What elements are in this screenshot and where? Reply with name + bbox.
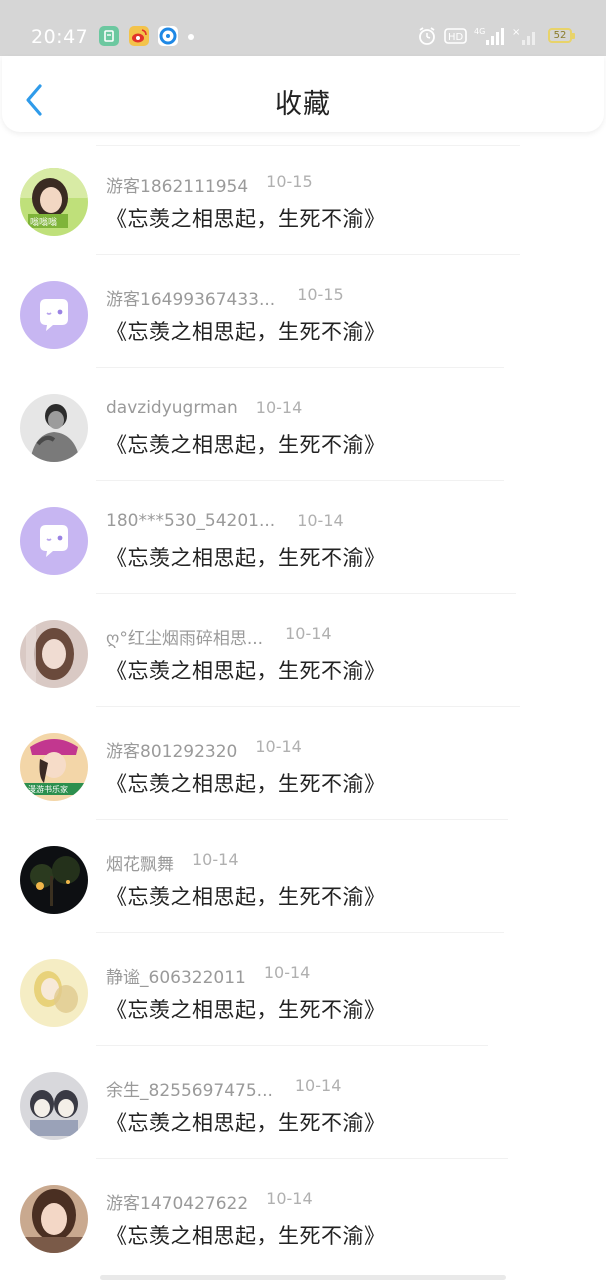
avatar[interactable] (20, 959, 88, 1027)
item-date: 10-14 (294, 1076, 342, 1095)
list-item[interactable]: 烟花飘舞 10-14 《忘羡之相思起，生死不渝》 (0, 820, 606, 933)
item-meta: 游客801292320 10-14 (106, 737, 302, 762)
list-item[interactable]: davzidyugrman 10-14 《忘羡之相思起，生死不渝》 (0, 368, 606, 481)
4g-signal-icon: 4G (474, 25, 504, 47)
item-title[interactable]: 《忘羡之相思起，生死不渝》 (106, 1220, 386, 1250)
item-title[interactable]: 《忘羡之相思起，生死不渝》 (106, 881, 386, 911)
item-meta: 烟花飘舞 10-14 (106, 850, 239, 875)
item-title[interactable]: 《忘羡之相思起，生死不渝》 (106, 542, 386, 572)
username[interactable]: 静谧_606322011 (106, 963, 246, 988)
item-date: 10-14 (266, 1189, 313, 1208)
hd-icon: HD (444, 25, 468, 47)
avatar[interactable] (20, 1072, 88, 1140)
list-item[interactable]: 游客1470427622 10-14 《忘羡之相思起，生死不渝》 (0, 1159, 606, 1272)
no-signal-icon: × (512, 25, 538, 47)
item-date: 10-14 (263, 963, 311, 982)
username[interactable]: davzidyugrman (106, 398, 238, 418)
status-time: 20:47 (31, 26, 89, 48)
item-date: 10-14 (297, 511, 344, 530)
username[interactable]: 180***530_54201... (106, 511, 275, 531)
status-bar: 20:47 HD 4G × 52 (0, 0, 606, 56)
item-meta: 180***530_54201... 10-14 (106, 511, 344, 535)
list-item[interactable]: 静谧_606322011 10-14 《忘羡之相思起，生死不渝》 (0, 933, 606, 1046)
item-title[interactable]: 《忘羡之相思起，生死不渝》 (106, 768, 386, 798)
username[interactable]: 游客1862111954 (106, 172, 248, 197)
list-item[interactable]: 游客16499367433... 10-15 《忘羡之相思起，生死不渝》 (0, 255, 606, 368)
weibo-icon (129, 26, 149, 46)
app-green-icon (99, 26, 119, 46)
item-meta: davzidyugrman 10-14 (106, 398, 302, 422)
username[interactable]: 烟花飘舞 (106, 850, 174, 875)
header-bar: 收藏 (2, 56, 604, 132)
svg-text:HD: HD (448, 32, 464, 43)
list-item[interactable]: 余生_8255697475... 10-14 《忘羡之相思起，生死不渝》 (0, 1046, 606, 1159)
svg-text:嗡嗡嗡: 嗡嗡嗡 (30, 216, 57, 228)
item-title[interactable]: 《忘羡之相思起，生死不渝》 (106, 429, 386, 459)
item-date: 10-14 (285, 624, 332, 643)
item-date: 10-15 (297, 285, 344, 304)
svg-text:漫游书乐家: 漫游书乐家 (28, 784, 68, 794)
avatar[interactable] (20, 281, 88, 349)
list-item[interactable]: 180***530_54201... 10-14 《忘羡之相思起，生死不渝》 (0, 481, 606, 594)
page-title: 收藏 (275, 89, 331, 120)
alarm-icon (417, 25, 437, 47)
item-date: 10-14 (255, 398, 303, 417)
item-title[interactable]: 《忘羡之相思起，生死不渝》 (106, 994, 386, 1024)
username[interactable]: 游客16499367433... (106, 285, 275, 310)
item-date: 10-14 (255, 737, 302, 756)
item-meta: 游客1862111954 10-15 (106, 172, 313, 197)
avatar[interactable] (20, 620, 88, 688)
list-item[interactable]: 嗡嗡嗡 游客1862111954 10-15 《忘羡之相思起，生死不渝》 (0, 142, 606, 255)
item-meta: 静谧_606322011 10-14 (106, 963, 311, 988)
item-date: 10-15 (266, 172, 313, 191)
item-date: 10-14 (192, 850, 239, 869)
bottom-scroll-indicator (100, 1275, 506, 1280)
username[interactable]: 游客1470427622 (106, 1189, 248, 1214)
battery-icon: 52 (548, 28, 572, 43)
avatar[interactable] (20, 846, 88, 914)
item-meta: 余生_8255697475... 10-14 (106, 1076, 342, 1101)
username[interactable]: ღ°红尘烟雨碎相思... (106, 624, 263, 649)
list-item[interactable]: 漫游书乐家 游客801292320 10-14 《忘羡之相思起，生死不渝》 (0, 707, 606, 820)
avatar[interactable]: 漫游书乐家 (20, 733, 88, 801)
avatar[interactable] (20, 507, 88, 575)
item-title[interactable]: 《忘羡之相思起，生死不渝》 (106, 1107, 386, 1137)
username[interactable]: 余生_8255697475... (106, 1076, 273, 1101)
browser-blue-icon (158, 26, 178, 46)
svg-text:×: × (512, 27, 520, 38)
avatar[interactable] (20, 394, 88, 462)
avatar[interactable]: 嗡嗡嗡 (20, 168, 88, 236)
item-meta: 游客1470427622 10-14 (106, 1189, 313, 1214)
notification-dot (188, 34, 194, 40)
item-meta: 游客16499367433... 10-15 (106, 285, 344, 310)
item-title[interactable]: 《忘羡之相思起，生死不渝》 (106, 316, 386, 346)
username[interactable]: 游客801292320 (106, 737, 237, 762)
svg-text:4G: 4G (474, 27, 485, 36)
battery-nub (572, 33, 575, 39)
item-title[interactable]: 《忘羡之相思起，生死不渝》 (106, 203, 386, 233)
avatar[interactable] (20, 1185, 88, 1253)
item-title[interactable]: 《忘羡之相思起，生死不渝》 (106, 655, 386, 685)
list-item[interactable]: ღ°红尘烟雨碎相思... 10-14 《忘羡之相思起，生死不渝》 (0, 594, 606, 707)
item-meta: ღ°红尘烟雨碎相思... 10-14 (106, 624, 332, 649)
